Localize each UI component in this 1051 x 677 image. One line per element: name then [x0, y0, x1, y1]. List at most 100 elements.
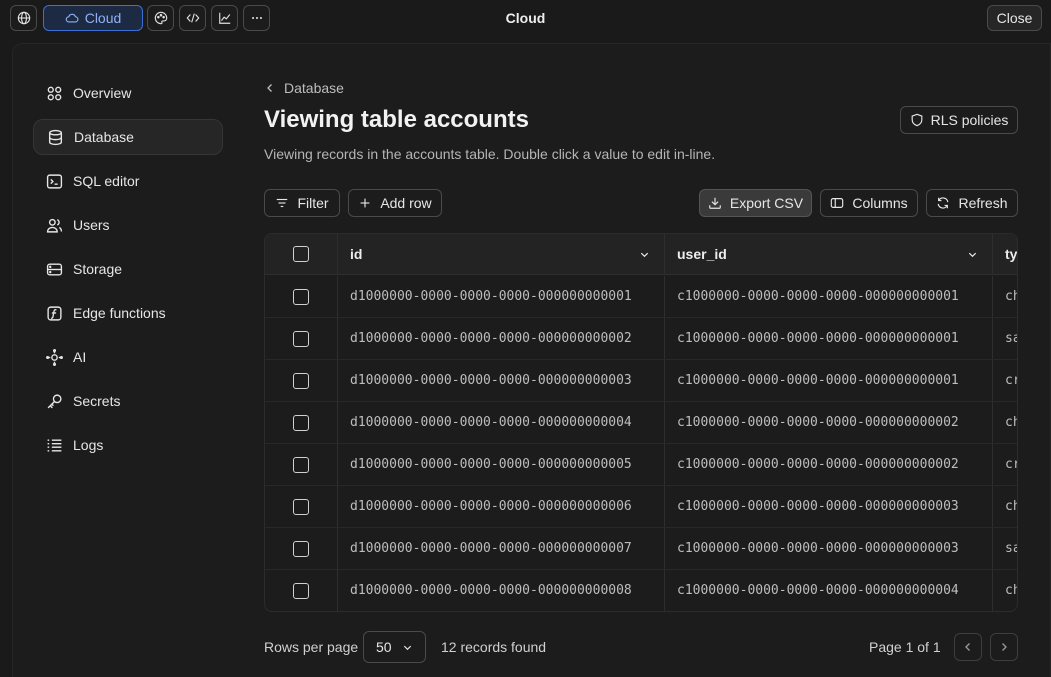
row-checkbox[interactable] — [293, 582, 309, 599]
table-row[interactable]: d1000000-0000-0000-0000-000000000003 c10… — [265, 360, 1017, 402]
sidebar-item-sql-editor[interactable]: SQL editor — [33, 163, 223, 199]
cloud-icon — [65, 13, 79, 23]
sidebar-item-label: Users — [73, 217, 110, 233]
column-header-label: id — [350, 246, 363, 262]
chart-icon — [218, 12, 230, 24]
cell-id[interactable]: d1000000-0000-0000-0000-000000000004 — [338, 402, 665, 443]
sidebar-item-database[interactable]: Database — [33, 119, 223, 155]
page-indicator: Page 1 of 1 — [869, 639, 941, 655]
row-checkbox[interactable] — [293, 498, 309, 515]
cell-type[interactable]: cr — [993, 444, 1017, 485]
table-row[interactable]: d1000000-0000-0000-0000-000000000002 c10… — [265, 318, 1017, 360]
column-header-type[interactable]: ty — [993, 234, 1018, 274]
sidebar-item-edge-functions[interactable]: Edge functions — [33, 295, 223, 331]
sidebar-item-label: SQL editor — [73, 173, 140, 189]
sidebar-item-ai[interactable]: AI — [33, 339, 223, 375]
table-row[interactable]: d1000000-0000-0000-0000-000000000008 c10… — [265, 570, 1017, 611]
globe-icon — [17, 11, 30, 25]
row-checkbox[interactable] — [293, 372, 309, 389]
export-csv-label: Export CSV — [729, 195, 804, 211]
export-csv-button[interactable]: Export CSV — [699, 189, 812, 217]
select-all-cell — [265, 234, 338, 274]
column-header-id[interactable]: id — [338, 234, 665, 274]
sidebar-item-overview[interactable]: Overview — [33, 75, 223, 111]
chevron-down-icon — [968, 252, 977, 257]
row-select-cell — [265, 444, 338, 485]
column-header-label: ty — [1005, 246, 1018, 262]
close-button[interactable]: Close — [987, 5, 1042, 31]
grid-icon — [47, 86, 62, 100]
cloud-button-label: Cloud — [84, 10, 122, 26]
cell-user-id[interactable]: c1000000-0000-0000-0000-000000000002 — [665, 444, 993, 485]
cell-user-id[interactable]: c1000000-0000-0000-0000-000000000001 — [665, 276, 993, 317]
select-all-checkbox[interactable] — [293, 246, 309, 262]
cell-user-id[interactable]: c1000000-0000-0000-0000-000000000002 — [665, 402, 993, 443]
table-row[interactable]: d1000000-0000-0000-0000-000000000001 c10… — [265, 276, 1017, 318]
cell-type[interactable]: ch — [993, 486, 1017, 527]
refresh-label: Refresh — [958, 195, 1008, 211]
table-row[interactable]: d1000000-0000-0000-0000-000000000007 c10… — [265, 528, 1017, 570]
cell-type[interactable]: ch — [993, 570, 1017, 611]
table-row[interactable]: d1000000-0000-0000-0000-000000000004 c10… — [265, 402, 1017, 444]
more-button[interactable] — [243, 5, 270, 31]
row-select-cell — [265, 360, 338, 401]
columns-button[interactable]: Columns — [820, 189, 918, 217]
download-icon — [709, 197, 721, 209]
breadcrumb-label: Database — [284, 80, 344, 96]
cell-type[interactable]: cr — [993, 360, 1017, 401]
globe-button[interactable] — [10, 5, 37, 31]
cell-type[interactable]: sa — [993, 528, 1017, 569]
cell-id[interactable]: d1000000-0000-0000-0000-000000000003 — [338, 360, 665, 401]
cell-id[interactable]: d1000000-0000-0000-0000-000000000005 — [338, 444, 665, 485]
cell-type[interactable]: sa — [993, 318, 1017, 359]
refresh-button[interactable]: Refresh — [926, 189, 1018, 217]
cell-type[interactable]: ch — [993, 276, 1017, 317]
cell-id[interactable]: d1000000-0000-0000-0000-000000000008 — [338, 570, 665, 611]
palette-button[interactable] — [147, 5, 174, 31]
cell-user-id[interactable]: c1000000-0000-0000-0000-000000000001 — [665, 360, 993, 401]
column-header-label: user_id — [677, 246, 727, 262]
next-page-button[interactable] — [990, 633, 1018, 661]
row-checkbox[interactable] — [293, 288, 309, 305]
table-row[interactable]: d1000000-0000-0000-0000-000000000005 c10… — [265, 444, 1017, 486]
cloud-button[interactable]: Cloud — [43, 5, 143, 31]
sidebar-item-label: Secrets — [73, 393, 121, 409]
breadcrumb[interactable]: Database — [264, 80, 344, 96]
users-icon — [46, 218, 63, 233]
cell-user-id[interactable]: c1000000-0000-0000-0000-000000000004 — [665, 570, 993, 611]
rls-policies-button[interactable]: RLS policies — [900, 106, 1018, 134]
cell-user-id[interactable]: c1000000-0000-0000-0000-000000000003 — [665, 528, 993, 569]
columns-icon — [831, 198, 844, 208]
cell-id[interactable]: d1000000-0000-0000-0000-000000000007 — [338, 528, 665, 569]
analytics-button[interactable] — [211, 5, 238, 31]
sidebar-item-users[interactable]: Users — [33, 207, 223, 243]
shield-icon — [911, 113, 922, 127]
code-button[interactable] — [179, 5, 206, 31]
plus-icon — [360, 198, 370, 208]
cell-user-id[interactable]: c1000000-0000-0000-0000-000000000001 — [665, 318, 993, 359]
sidebar-item-storage[interactable]: Storage — [33, 251, 223, 287]
cell-id[interactable]: d1000000-0000-0000-0000-000000000006 — [338, 486, 665, 527]
function-icon — [47, 305, 62, 321]
rows-per-page-label: Rows per page — [264, 639, 359, 655]
cell-type[interactable]: ch — [993, 402, 1017, 443]
cell-user-id[interactable]: c1000000-0000-0000-0000-000000000003 — [665, 486, 993, 527]
previous-page-button[interactable] — [954, 633, 982, 661]
row-checkbox[interactable] — [293, 456, 309, 473]
sidebar-item-label: Storage — [73, 261, 123, 277]
row-checkbox[interactable] — [293, 540, 309, 557]
add-row-button[interactable]: Add row — [348, 189, 442, 217]
ai-icon — [46, 348, 63, 366]
filter-label: Filter — [297, 195, 329, 211]
rls-policies-label: RLS policies — [930, 112, 1009, 128]
cell-id[interactable]: d1000000-0000-0000-0000-000000000002 — [338, 318, 665, 359]
row-checkbox[interactable] — [293, 414, 309, 431]
column-header-user-id[interactable]: user_id — [665, 234, 993, 274]
table-row[interactable]: d1000000-0000-0000-0000-000000000006 c10… — [265, 486, 1017, 528]
sidebar-item-logs[interactable]: Logs — [33, 427, 223, 463]
filter-button[interactable]: Filter — [264, 189, 340, 217]
row-checkbox[interactable] — [293, 330, 309, 347]
sidebar-item-secrets[interactable]: Secrets — [33, 383, 223, 419]
cell-id[interactable]: d1000000-0000-0000-0000-000000000001 — [338, 276, 665, 317]
rows-per-page-select[interactable]: 50 — [363, 631, 426, 663]
